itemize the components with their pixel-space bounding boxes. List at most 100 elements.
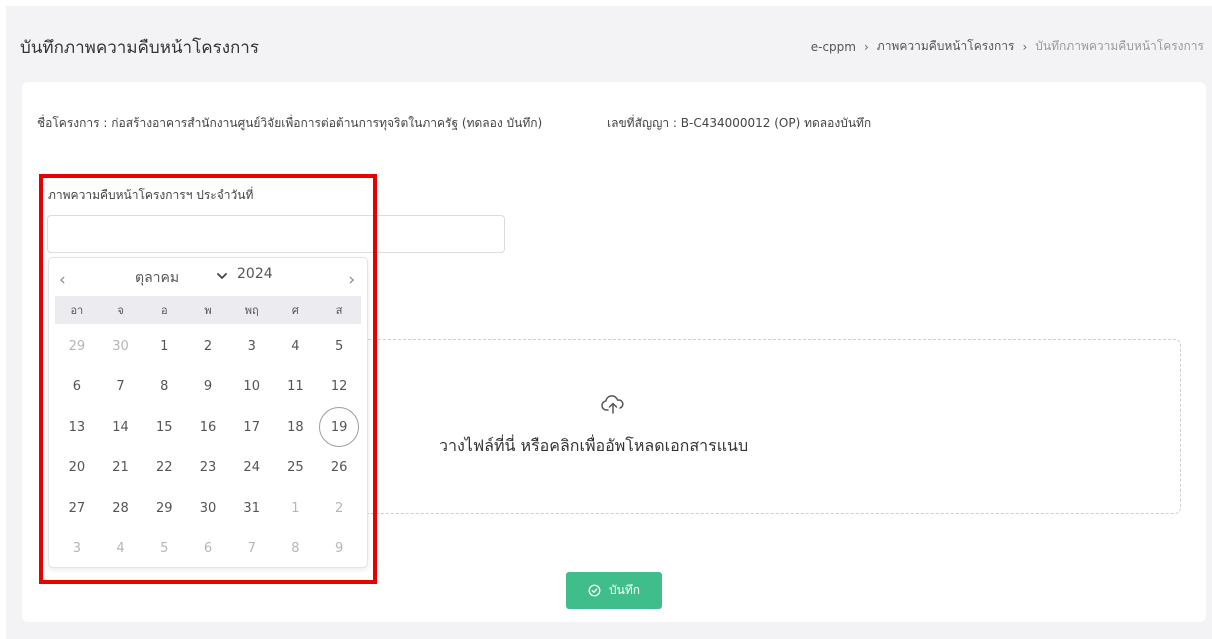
date-input[interactable] [47,215,505,253]
cloud-upload-icon [600,393,626,421]
month-select[interactable]: ตุลาคม [135,267,179,289]
calendar-day[interactable]: 2 [186,326,230,367]
calendar-day-number: 9 [203,379,213,395]
calendar-day-number: 3 [72,541,81,557]
calendar-day[interactable]: 2 [317,488,361,529]
calendar-day[interactable]: 13 [55,407,99,448]
calendar-day-number: 6 [203,541,213,557]
calendar-day-number: 20 [68,460,86,476]
calendar-day[interactable]: 14 [99,407,143,448]
calendar-day[interactable]: 15 [142,407,186,448]
calendar-day[interactable]: 12 [317,367,361,408]
weekday-label: อ [160,304,168,317]
calendar-header: ‹ ตุลาคม 2024 › [49,258,367,296]
calendar-day[interactable]: 21 [99,448,143,489]
calendar-day[interactable]: 1 [142,326,186,367]
contract-number: เลขที่สัญญา : B-C434000012 (OP) ทดลองบัน… [607,116,872,130]
breadcrumb-item-home[interactable]: e-cppm [811,40,856,54]
calendar-day-number: 8 [160,379,169,395]
calendar-day-number: 4 [116,541,125,557]
calendar-day-number: 2 [335,500,344,516]
date-picker: ‹ ตุลาคม 2024 › อา จ อ พ พฤ ศ ส 29 30 1 2 3 4… [48,257,368,568]
weekday-label: จ [117,304,124,317]
calendar-day[interactable]: 4 [274,326,318,367]
project-name: ชื่อโครงการ : ก่อสร้างอาคารสำนักงานศูนย์… [37,116,543,130]
calendar-day-number: 24 [243,460,260,476]
page-title: บันทึกภาพความคืบหน้าโครงการ [20,38,259,58]
calendar-day-number: 27 [68,500,86,516]
calendar-day-number: 1 [291,500,300,516]
calendar-day-number: 12 [330,379,348,395]
calendar-day-number: 22 [156,460,173,476]
breadcrumb-item-progress[interactable]: ภาพความคืบหน้าโครงการ [877,37,1015,56]
next-month-icon[interactable]: › [348,270,355,290]
calendar-day[interactable]: 1 [274,488,318,529]
chevron-down-icon[interactable] [217,269,227,283]
calendar-day-number: 30 [112,338,129,354]
file-dropzone[interactable] [368,339,1181,514]
date-field-label: ภาพความคืบหน้าโครงการฯ ประจำวันที่ [48,188,254,202]
calendar-day-number: 9 [335,541,344,557]
calendar-day[interactable]: 10 [230,367,274,408]
calendar-day-number: 4 [291,338,300,354]
calendar-day[interactable]: 3 [55,529,99,570]
weekday-label: พ [204,304,212,317]
calendar-day[interactable]: 22 [142,448,186,489]
calendar-day[interactable]: 28 [99,488,143,529]
calendar-day-number: 21 [112,460,129,476]
calendar-day-number: 19 [319,407,360,448]
calendar-day[interactable]: 6 [186,529,230,570]
calendar-day[interactable]: 29 [142,488,186,529]
calendar-day[interactable]: 30 [186,488,230,529]
weekday-label: ศ [291,304,299,317]
calendar-day-number: 3 [247,338,256,354]
save-label: บันทึก [609,583,640,597]
calendar-day[interactable]: 3 [230,326,274,367]
calendar-day[interactable]: 7 [99,367,143,408]
calendar-day[interactable]: 7 [230,529,274,570]
calendar-day[interactable]: 20 [55,448,99,489]
calendar-day[interactable]: 9 [317,529,361,570]
calendar-day[interactable]: 31 [230,488,274,529]
calendar-day-number: 29 [68,338,86,354]
calendar-day[interactable]: 30 [99,326,143,367]
calendar-days: 29 30 1 2 3 4 5 6 7 8 9 10 11 12 13 14 15 16 17 18 19 20 21 22 2… [55,326,361,569]
calendar-day-number: 26 [330,460,348,476]
chevron-right-icon: › [863,39,869,54]
check-circle-icon [588,584,601,597]
prev-month-icon[interactable]: ‹ [59,270,66,290]
calendar-day[interactable]: 25 [274,448,318,489]
breadcrumb-item-current: บันทึกภาพความคืบหน้าโครงการ [1035,39,1204,53]
weekday-label: ส [335,304,343,317]
weekday-label: อา [70,304,84,317]
year-input[interactable]: 2024 [237,266,273,282]
save-button[interactable]: บันทึก [566,572,662,609]
breadcrumb: e-cppm › ภาพความคืบหน้าโครงการ › บันทึกภ… [811,37,1204,56]
calendar-day[interactable]: 26 [317,448,361,489]
calendar-day[interactable]: 24 [230,448,274,489]
calendar-day[interactable]: 8 [142,367,186,408]
calendar-day[interactable]: 11 [274,367,318,408]
calendar-day[interactable]: 23 [186,448,230,489]
calendar-day[interactable]: 9 [186,367,230,408]
chevron-right-icon: › [1022,39,1028,54]
weekday-label: พฤ [244,304,259,317]
calendar-day-number: 17 [243,419,260,435]
calendar-day-today[interactable]: 19 [317,407,361,448]
calendar-day[interactable]: 6 [55,367,99,408]
calendar-day[interactable]: 5 [142,529,186,570]
calendar-day[interactable]: 27 [55,488,99,529]
calendar-day-number: 13 [68,419,86,435]
calendar-day-number: 5 [160,541,169,557]
calendar-day[interactable]: 5 [317,326,361,367]
calendar-day[interactable]: 16 [186,407,230,448]
calendar-day[interactable]: 29 [55,326,99,367]
dropzone-text: วางไฟล์ที่นี่ หรือคลิกเพื่ออัพโหลดเอกสาร… [439,436,749,455]
calendar-day-number: 7 [247,541,256,557]
calendar-day-number: 25 [287,460,304,476]
calendar-day[interactable]: 8 [274,529,318,570]
calendar-day[interactable]: 18 [274,407,318,448]
calendar-day[interactable]: 4 [99,529,143,570]
calendar-day[interactable]: 17 [230,407,274,448]
calendar-day-number: 29 [156,500,173,516]
